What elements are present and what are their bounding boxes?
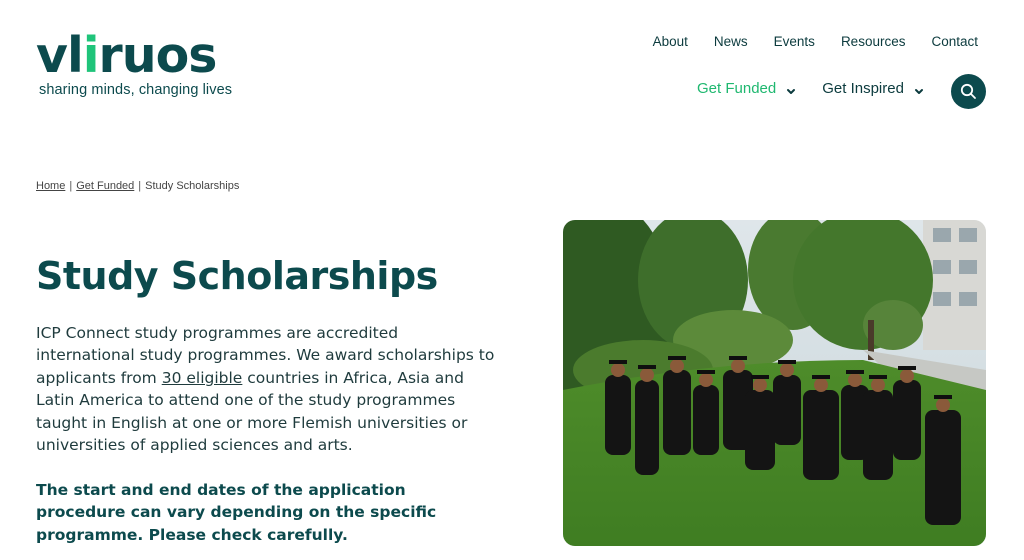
nav-contact[interactable]: Contact <box>931 34 978 49</box>
get-funded-menu[interactable]: Get Funded <box>697 80 796 97</box>
page-title: Study Scholarships <box>36 254 438 298</box>
search-button[interactable] <box>951 74 986 109</box>
search-icon <box>960 83 976 99</box>
logo-wordmark: vliruos <box>36 27 217 84</box>
breadcrumb-get-funded[interactable]: Get Funded <box>76 180 134 192</box>
get-funded-label: Get Funded <box>697 80 777 97</box>
intro-paragraph: ICP Connect study programmes are accredi… <box>36 324 495 455</box>
nav-resources[interactable]: Resources <box>841 34 906 49</box>
graduates-photo <box>563 220 986 546</box>
vliruos-logo[interactable]: vliruos sharing minds, changing lives <box>36 27 233 99</box>
chevron-down-icon <box>787 88 796 94</box>
nav-news[interactable]: News <box>714 34 748 49</box>
chevron-down-icon <box>914 88 923 94</box>
eligible-countries-link[interactable]: 30 eligible <box>162 369 243 387</box>
get-inspired-menu[interactable]: Get Inspired <box>822 80 924 97</box>
get-inspired-label: Get Inspired <box>822 80 904 97</box>
nav-about[interactable]: About <box>653 34 688 49</box>
breadcrumb-home[interactable]: Home <box>36 180 65 192</box>
nav-events[interactable]: Events <box>774 34 815 49</box>
application-dates-note: The start and end dates of the applicati… <box>36 481 437 544</box>
breadcrumb: Home | Get Funded | Study Scholarships <box>36 180 239 192</box>
top-nav: About News Events Resources Contact <box>653 34 978 49</box>
breadcrumb-separator: | <box>69 180 73 192</box>
breadcrumb-separator: | <box>138 180 142 192</box>
breadcrumb-current: Study Scholarships <box>145 180 240 192</box>
logo-tagline: sharing minds, changing lives <box>39 82 233 98</box>
main-nav: Get Funded Get Inspired <box>697 80 924 97</box>
